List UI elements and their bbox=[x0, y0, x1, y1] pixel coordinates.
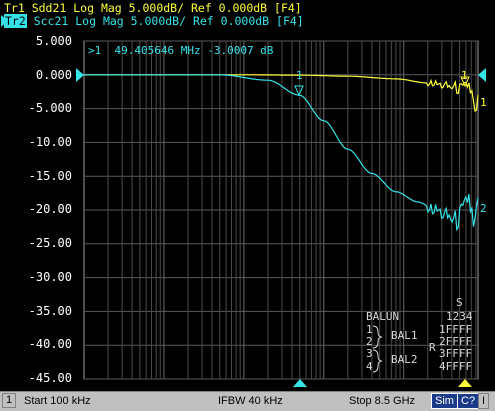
y-tick-label: -10.00 bbox=[29, 135, 72, 149]
balun-r-label: R bbox=[429, 341, 436, 354]
balun-bracket-2-icon bbox=[372, 349, 383, 373]
channel-indicator[interactable]: 1 bbox=[2, 393, 16, 408]
ref-level-right-arrow-icon[interactable] bbox=[478, 68, 486, 82]
ifbw-setting[interactable]: IFBW 40 kHz bbox=[218, 395, 283, 407]
marker-1-trace1[interactable]: 1 bbox=[460, 69, 470, 88]
balun-port-num: 4 bbox=[366, 360, 373, 373]
balun-title: BALUN bbox=[366, 310, 399, 323]
balun-row: 3FFFF bbox=[439, 347, 472, 360]
marker-1-label: 1 bbox=[296, 69, 303, 82]
y-tick-label: -20.00 bbox=[29, 202, 72, 216]
y-tick-label: -25.00 bbox=[29, 236, 72, 250]
y-tick-label: -45.00 bbox=[29, 371, 72, 385]
y-tick-label: 5.000 bbox=[36, 34, 72, 48]
trigger-indicator[interactable]: I bbox=[478, 393, 490, 409]
trace-scc21-line bbox=[84, 74, 479, 232]
trace-sdd21-line bbox=[84, 74, 479, 113]
y-axis-tick-labels: 5.000 0.000 -5.000 -10.00 -15.00 -20.00 … bbox=[29, 34, 72, 385]
balun-s-label: S bbox=[456, 296, 463, 309]
measurement-plot[interactable]: 5.000 0.000 -5.000 -10.00 -15.00 -20.00 … bbox=[0, 0, 495, 391]
status-bar: 1 Start 100 kHz IFBW 40 kHz Stop 8.5 GHz… bbox=[0, 391, 495, 411]
horizontal-gridlines bbox=[84, 40, 478, 380]
balun-row: 4FFFF bbox=[439, 360, 472, 373]
start-frequency[interactable]: Start 100 kHz bbox=[24, 395, 91, 407]
stop-frequency[interactable]: Stop 8.5 GHz bbox=[349, 395, 415, 407]
sim-indicator[interactable]: Sim bbox=[431, 393, 458, 409]
y-tick-label: -35.00 bbox=[29, 304, 72, 318]
balun-bal2-label: BAL2 bbox=[391, 353, 418, 366]
y-tick-label: 0.000 bbox=[36, 68, 72, 82]
balun-ports-header: 1234 bbox=[446, 310, 473, 323]
balun-config-table[interactable]: S BALUN 1234 1 2 3 4 BAL1 BAL2 R 1FFFF 2… bbox=[366, 296, 473, 373]
y-tick-label: -30.00 bbox=[29, 270, 72, 284]
marker-stimulus-cyan-icon[interactable] bbox=[293, 379, 307, 387]
y-tick-label: -5.000 bbox=[29, 101, 72, 115]
trace2-end-label: 2 bbox=[480, 202, 487, 215]
y-tick-label: -15.00 bbox=[29, 169, 72, 183]
calibration-indicator[interactable]: C? bbox=[457, 393, 480, 409]
marker-readout: >1 49.405646 MHz -3.0007 dB bbox=[88, 44, 274, 57]
y-tick-label: -40.00 bbox=[29, 337, 72, 351]
ref-level-left-arrow-icon[interactable] bbox=[76, 68, 84, 82]
marker-stimulus-yellow-icon[interactable] bbox=[458, 379, 472, 387]
balun-bal1-label: BAL1 bbox=[391, 329, 418, 342]
trace1-end-label: 1 bbox=[480, 96, 487, 109]
marker-1-trace2[interactable]: 1 bbox=[294, 69, 304, 97]
balun-port-num: 3 bbox=[366, 347, 373, 360]
marker-1-trace1-label: 1 bbox=[461, 69, 468, 82]
